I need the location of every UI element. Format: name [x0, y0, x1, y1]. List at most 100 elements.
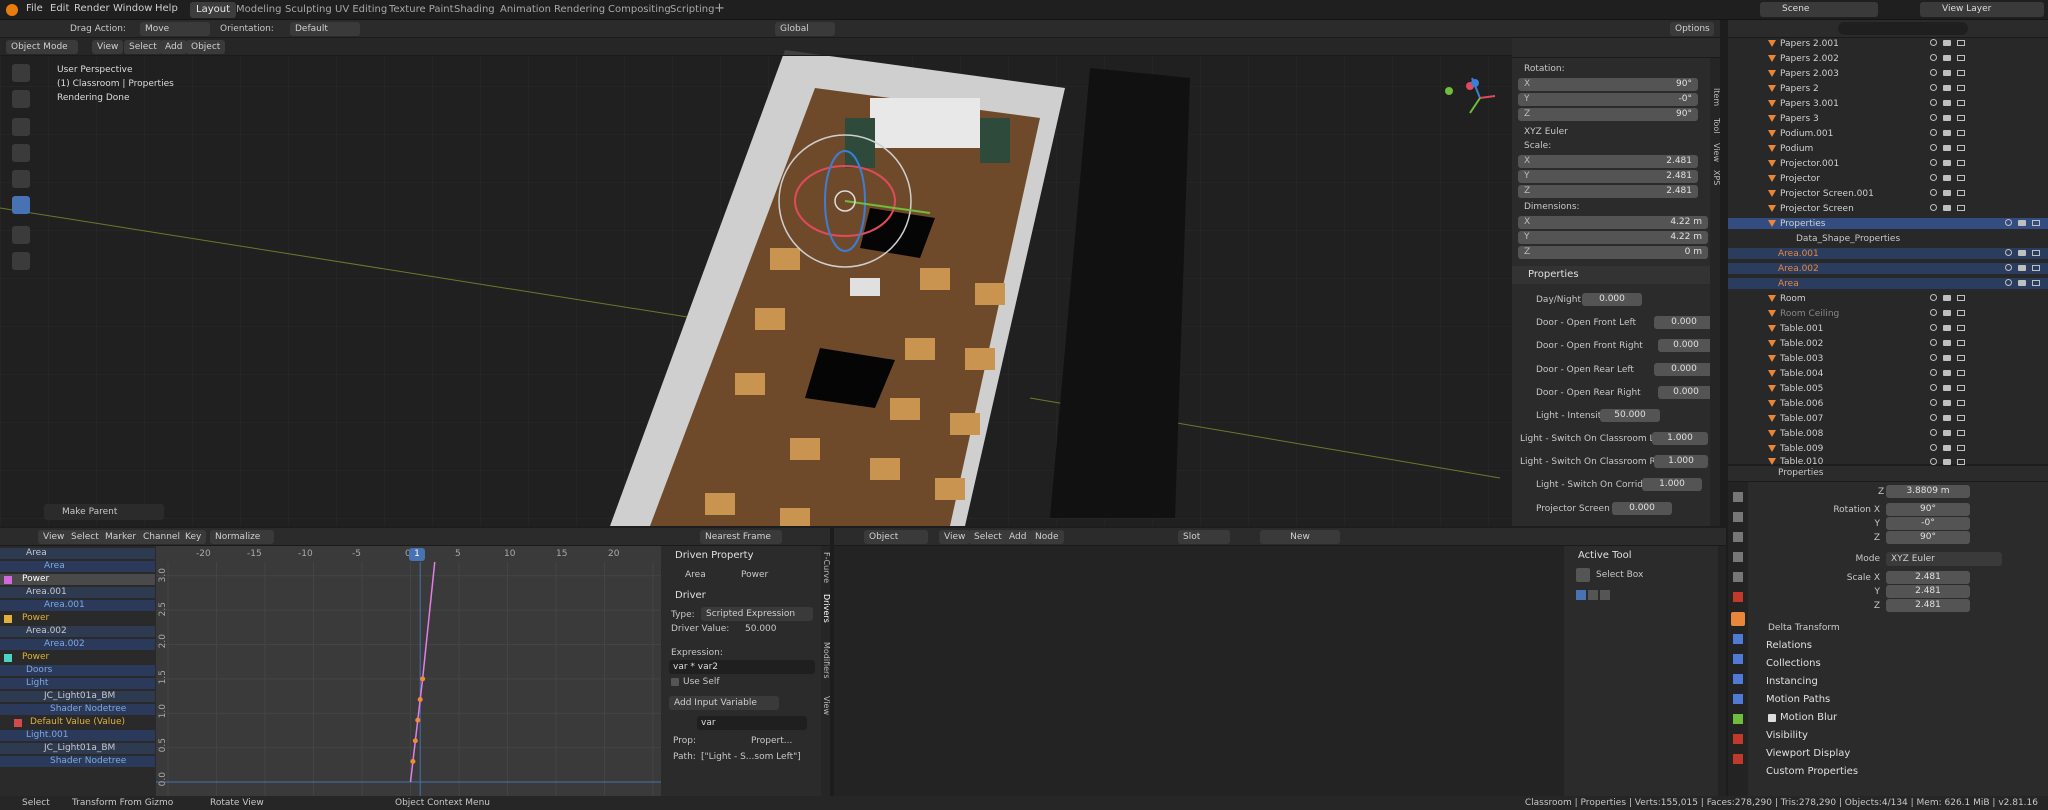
expression-input[interactable]: var * var2	[669, 660, 815, 674]
channel-row[interactable]: JC_Light01a_BM	[0, 743, 155, 754]
monitor-icon[interactable]	[1957, 55, 1965, 61]
channel-row[interactable]: Doors	[0, 665, 155, 676]
output-icon[interactable]	[1733, 532, 1743, 542]
eye-icon[interactable]	[1930, 129, 1937, 136]
prop-value[interactable]: 50.000	[1600, 409, 1660, 422]
properties-panel-header[interactable]: Properties	[1512, 266, 1712, 284]
prop-value[interactable]: 0.000	[1658, 386, 1714, 399]
outliner-row[interactable]: Projector.001	[1728, 158, 1973, 169]
monitor-icon[interactable]	[1957, 415, 1965, 421]
outliner-row[interactable]: Table.001	[1728, 323, 1973, 334]
menu-select[interactable]: Select	[124, 40, 162, 54]
last-operator-panel[interactable]: Make Parent	[44, 504, 164, 520]
outliner-search-input[interactable]	[1838, 22, 1968, 35]
prop-value[interactable]: Propert...	[751, 736, 792, 746]
eye-icon[interactable]	[1930, 144, 1937, 151]
camera-icon[interactable]	[1943, 130, 1951, 136]
transform-tool-icon[interactable]	[12, 196, 30, 214]
eye-icon[interactable]	[1930, 84, 1937, 91]
monitor-icon[interactable]	[1957, 130, 1965, 136]
scale-z-field[interactable]: 2.481	[1886, 599, 1970, 612]
use-self-checkbox[interactable]	[671, 678, 679, 686]
scale-y-field[interactable]: Y 2.481	[1518, 170, 1698, 183]
camera-icon[interactable]	[1943, 400, 1951, 406]
scale-x-field[interactable]: X 2.481	[1518, 155, 1698, 168]
camera-icon[interactable]	[1943, 205, 1951, 211]
outliner-row[interactable]: Table.006	[1728, 398, 1973, 409]
select-tool-icon[interactable]	[12, 64, 30, 82]
monitor-icon[interactable]	[1957, 310, 1965, 316]
eye-icon[interactable]	[1930, 294, 1937, 301]
world-icon[interactable]	[1733, 592, 1743, 602]
location-z-field[interactable]: 3.8809 m	[1886, 485, 1970, 498]
view-layer-icon[interactable]	[1733, 552, 1743, 562]
eye-icon[interactable]	[1930, 189, 1937, 196]
outliner-row[interactable]: Papers 2.003	[1728, 68, 1973, 79]
node-menu-add[interactable]: Add	[1004, 530, 1032, 544]
slot-dropdown[interactable]: Slot	[1178, 530, 1230, 544]
node-type-dropdown[interactable]: Object	[864, 530, 928, 544]
constraints-icon[interactable]	[1733, 694, 1743, 704]
node-menu-select[interactable]: Select	[969, 530, 1007, 544]
eye-icon[interactable]	[1930, 99, 1937, 106]
camera-icon[interactable]	[1943, 100, 1951, 106]
rotation-z-field[interactable]: 90°	[1886, 531, 1970, 544]
rotate-tool-icon[interactable]	[12, 144, 30, 162]
camera-icon[interactable]	[1943, 325, 1951, 331]
eye-icon[interactable]	[1930, 39, 1937, 46]
section-relations[interactable]: Relations	[1766, 640, 1812, 651]
annotate-tool-icon[interactable]	[12, 226, 30, 244]
menu-help[interactable]: Help	[155, 3, 178, 14]
outliner-row[interactable]: Area.001	[1728, 248, 2048, 259]
camera-icon[interactable]	[1943, 295, 1951, 301]
camera-icon[interactable]	[1943, 430, 1951, 436]
current-frame-indicator[interactable]: 1	[409, 548, 425, 561]
menu-view[interactable]: View	[92, 40, 124, 54]
physics-icon[interactable]	[1733, 674, 1743, 684]
camera-icon[interactable]	[1943, 190, 1951, 196]
outliner-row[interactable]: Table.009	[1728, 443, 1973, 454]
monitor-icon[interactable]	[1957, 100, 1965, 106]
node-editor[interactable]: Object View Select Add Node Slot New Act…	[834, 528, 1726, 796]
monitor-icon[interactable]	[2032, 250, 2040, 256]
object-properties-icon[interactable]	[1731, 612, 1745, 626]
eye-icon[interactable]	[1930, 174, 1937, 181]
eye-icon[interactable]	[2005, 249, 2012, 256]
outliner-row[interactable]: Table.004	[1728, 368, 1973, 379]
channel-row[interactable]: Area.002	[0, 626, 155, 637]
monitor-icon[interactable]	[2032, 280, 2040, 286]
eye-icon[interactable]	[1930, 384, 1937, 391]
channel-row[interactable]: Area.002	[0, 639, 155, 650]
monitor-icon[interactable]	[1957, 370, 1965, 376]
dimensions-y-field[interactable]: Y 4.22 m	[1518, 231, 1708, 244]
camera-icon[interactable]	[1943, 40, 1951, 46]
tab-modifiers[interactable]: Modifiers	[821, 642, 831, 679]
viewport-3d[interactable]: Object Mode View Select Add Object User …	[0, 38, 1512, 526]
camera-icon[interactable]	[2018, 250, 2026, 256]
prop-value[interactable]: 0.000	[1654, 316, 1714, 329]
tool-settings-icon[interactable]	[1733, 492, 1743, 502]
channel-row[interactable]: Power	[0, 652, 155, 663]
tab-fcurve[interactable]: F-Curve	[821, 552, 831, 583]
outliner-row[interactable]: Papers 2	[1728, 83, 1973, 94]
section-motion-blur[interactable]: Motion Blur	[1780, 712, 1837, 723]
drivers-menu-key[interactable]: Key	[180, 530, 207, 544]
monitor-icon[interactable]	[2032, 265, 2040, 271]
monitor-icon[interactable]	[1957, 459, 1965, 465]
options-dropdown[interactable]: Options	[1670, 22, 1714, 36]
channel-row[interactable]: Default Value (Value)	[0, 717, 155, 728]
tab-shading[interactable]: Shading	[448, 2, 501, 18]
dimensions-x-field[interactable]: X 4.22 m	[1518, 216, 1708, 229]
monitor-icon[interactable]	[1957, 325, 1965, 331]
outliner-row[interactable]: Table.007	[1728, 413, 1973, 424]
rotation-y-field[interactable]: -0°	[1886, 517, 1970, 530]
scale-tool-icon[interactable]	[12, 170, 30, 188]
outliner-row[interactable]: Table.005	[1728, 383, 1973, 394]
camera-icon[interactable]	[1943, 445, 1951, 451]
eye-icon[interactable]	[1930, 114, 1937, 121]
channel-row[interactable]: JC_Light01a_BM	[0, 691, 155, 702]
blender-logo-icon[interactable]	[6, 4, 18, 16]
prop-value[interactable]: 0.000	[1612, 502, 1672, 515]
channel-row[interactable]: Area.001	[0, 600, 155, 611]
eye-icon[interactable]	[1930, 369, 1937, 376]
